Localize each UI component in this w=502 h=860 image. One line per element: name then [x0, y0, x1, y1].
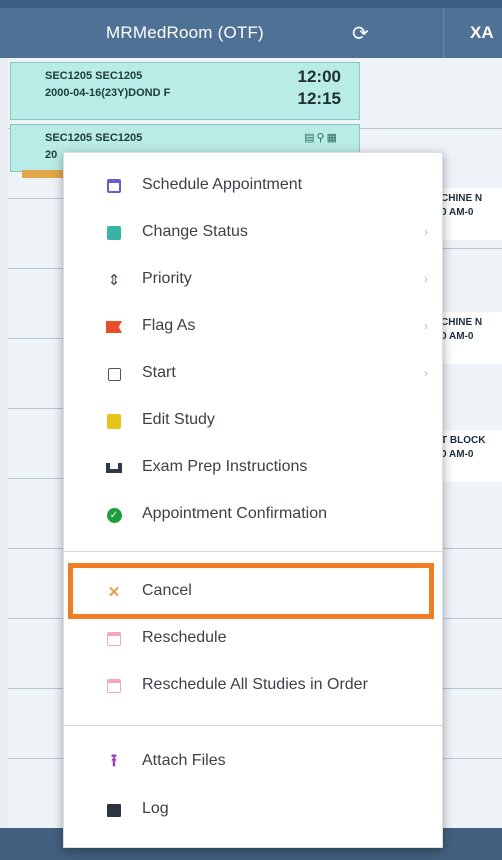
- menu-item-label: Attach Files: [142, 752, 226, 769]
- menu-item-schedule-appointment[interactable]: Schedule Appointment: [64, 164, 442, 210]
- menu-item-flag-as[interactable]: Flag As ›: [64, 305, 442, 351]
- selection-indicator: [22, 170, 66, 178]
- menu-item-reschedule-all-studies[interactable]: Reschedule All Studies in Order: [64, 664, 442, 710]
- room-title[interactable]: MRMedRoom (OTF): [106, 23, 264, 43]
- room-header: MRMedRoom (OTF) ⟳ XA: [0, 8, 502, 58]
- menu-item-label: Flag As: [142, 317, 196, 334]
- menu-item-label: Start: [142, 364, 176, 381]
- checkbox-icon: [106, 366, 122, 382]
- right-appointment-card[interactable]: CHINE N 0 AM-0: [441, 188, 502, 240]
- menu-item-label: Schedule Appointment: [142, 176, 303, 193]
- log-icon: [106, 802, 122, 818]
- upload-icon: ⭱: [111, 750, 117, 770]
- right-appointment-line: CHINE N: [441, 193, 483, 204]
- edit-icon: [106, 413, 122, 429]
- menu-item-start[interactable]: Start ›: [64, 352, 442, 398]
- chevron-right-icon: ›: [424, 272, 428, 286]
- right-appointment-line: 0 AM-0: [441, 449, 474, 460]
- calendar-icon: [106, 678, 122, 694]
- menu-item-log[interactable]: Log: [64, 788, 442, 834]
- right-appointment-line: T BLOCK: [441, 435, 486, 446]
- patient-details: 2000-04-16(23Y)DOND F: [45, 87, 171, 99]
- right-appointment-line: CHINE N: [441, 317, 483, 328]
- header-divider: [443, 8, 444, 58]
- menu-item-attach-files[interactable]: ⭱ Attach Files: [64, 740, 442, 786]
- menu-item-label: Reschedule All Studies in Order: [142, 676, 368, 693]
- start-time: 12:00: [297, 67, 341, 86]
- menu-separator: [64, 551, 442, 552]
- menu-item-appointment-confirmation[interactable]: ✓ Appointment Confirmation: [64, 493, 442, 539]
- menu-item-reschedule[interactable]: Reschedule: [64, 617, 442, 663]
- right-appointment-line: 0 AM-0: [441, 331, 474, 342]
- right-appointment-card[interactable]: CHINE N 0 AM-0: [441, 312, 502, 364]
- menu-item-label: Priority: [142, 270, 192, 287]
- menu-item-change-status[interactable]: Change Status ›: [64, 211, 442, 257]
- menu-separator: [64, 725, 442, 726]
- menu-item-exam-prep-instructions[interactable]: Exam Prep Instructions: [64, 446, 442, 492]
- chevron-right-icon: ›: [424, 319, 428, 333]
- calendar-icon: [106, 631, 122, 647]
- menu-item-edit-study[interactable]: Edit Study: [64, 399, 442, 445]
- calendar-icon: [106, 178, 122, 194]
- cancel-highlight-box: [68, 563, 434, 619]
- right-appointment-line: 0 AM-0: [441, 207, 474, 218]
- patient-name: SEC1205 SEC1205: [45, 70, 143, 82]
- bed-icon: [106, 460, 122, 476]
- menu-item-label: Exam Prep Instructions: [142, 458, 308, 475]
- status-icons: ▤⚲▦: [304, 132, 339, 144]
- menu-item-label: Change Status: [142, 223, 248, 240]
- chevron-right-icon: ›: [424, 366, 428, 380]
- menu-item-priority[interactable]: ⇕ Priority ›: [64, 258, 442, 304]
- right-appointment-card[interactable]: T BLOCK 0 AM-0: [441, 430, 502, 482]
- patient-name: SEC1205 SEC1205: [45, 132, 143, 144]
- flag-icon: [106, 319, 122, 335]
- patient-details: 20: [45, 149, 58, 161]
- chevron-right-icon: ›: [424, 225, 428, 239]
- menu-item-label: Appointment Confirmation: [142, 505, 327, 522]
- next-room-title[interactable]: XA: [470, 23, 494, 43]
- check-circle-icon: ✓: [106, 507, 122, 523]
- end-time: 12:15: [297, 89, 341, 108]
- menu-item-label: Edit Study: [142, 411, 215, 428]
- context-menu: Schedule Appointment Change Status › ⇕ P…: [63, 152, 443, 848]
- menu-item-label: Log: [142, 800, 169, 817]
- refresh-icon[interactable]: ⟳: [352, 21, 369, 46]
- status-square-icon: [106, 225, 122, 241]
- menu-item-label: Reschedule: [142, 629, 227, 646]
- slot-divider: [380, 128, 502, 129]
- appointment-card[interactable]: SEC1205 SEC1205 2000-04-16(23Y)DOND F 12…: [10, 62, 360, 120]
- sort-arrows-icon: ⇕: [107, 272, 121, 289]
